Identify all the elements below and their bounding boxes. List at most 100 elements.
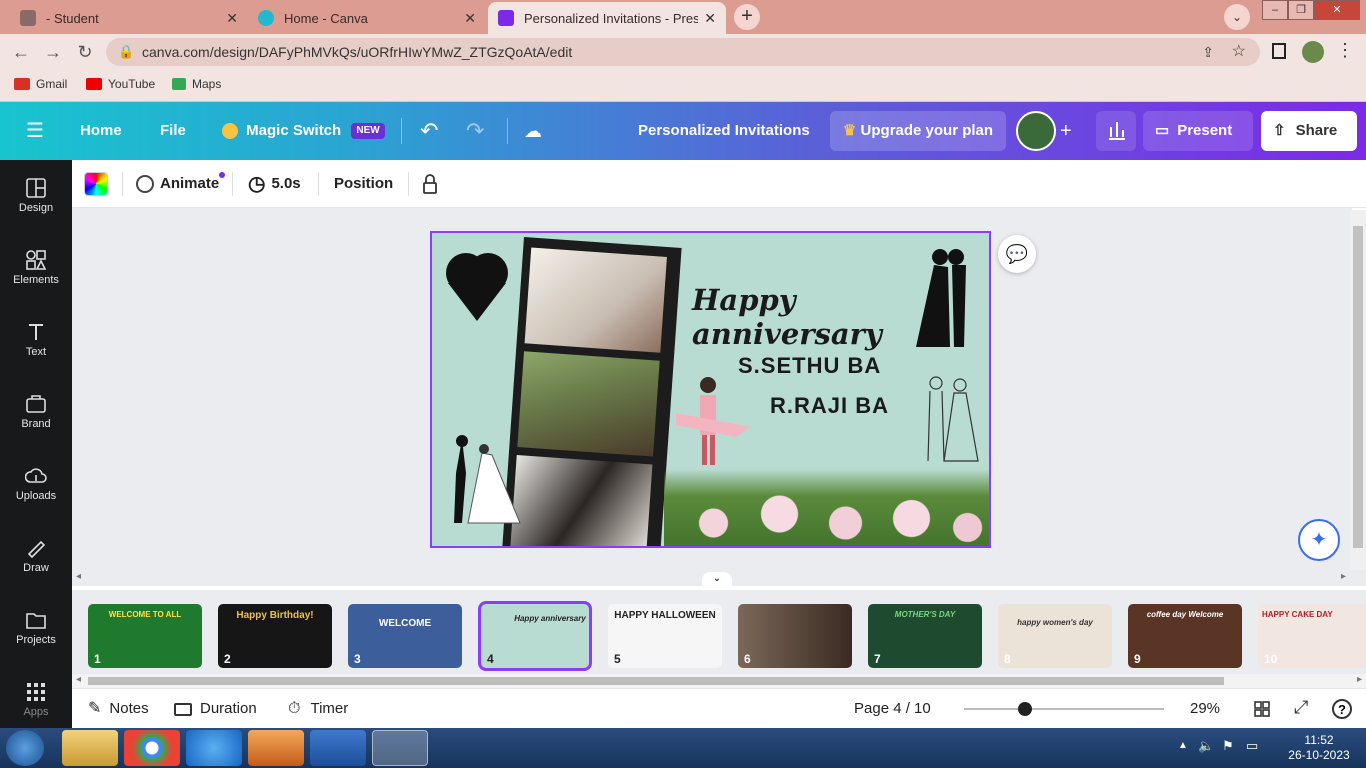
minimize-button[interactable]: –: [1262, 0, 1288, 20]
chrome-active-taskbar-icon[interactable]: [372, 730, 428, 766]
close-icon[interactable]: ✕: [704, 10, 716, 27]
file-explorer-taskbar-icon[interactable]: [62, 730, 118, 766]
duration-button[interactable]: ◷ 5.0s: [248, 160, 301, 208]
lock-icon[interactable]: 🔒: [118, 38, 134, 66]
sidebar-item-design[interactable]: Design: [0, 178, 72, 214]
zoom-percent-button[interactable]: 29%: [1190, 689, 1220, 729]
page-thumbnail-10[interactable]: HAPPY CAKE DAY 10: [1258, 604, 1366, 668]
page-thumbnail-7[interactable]: MOTHER'S DAY 7: [868, 604, 982, 668]
volume-icon[interactable]: 🔈: [1198, 738, 1214, 754]
document-title[interactable]: Personalized Invitations: [638, 102, 810, 160]
home-button[interactable]: Home: [80, 102, 122, 160]
network-icon[interactable]: ⚑: [1222, 738, 1234, 754]
zoom-slider-knob[interactable]: [1018, 702, 1032, 716]
side-panel-icon[interactable]: [1272, 43, 1286, 59]
duration-toggle-button[interactable]: Duration: [174, 689, 257, 729]
grid-view-icon[interactable]: [1254, 701, 1270, 717]
page-thumbnail-1[interactable]: WELCOME TO ALL 1: [88, 604, 202, 668]
position-button[interactable]: Position: [334, 160, 393, 208]
media-player-taskbar-icon[interactable]: [248, 730, 304, 766]
hamburger-menu-icon[interactable]: ☰: [26, 102, 46, 160]
page-indicator[interactable]: Page 4 / 10: [854, 689, 931, 729]
vertical-scrollbar[interactable]: [1350, 210, 1366, 570]
timer-button[interactable]: ⏱ Timer: [288, 689, 348, 729]
collapse-thumbnails-chevron-icon[interactable]: ⌄: [702, 572, 732, 586]
page-thumbnail-8[interactable]: happy women's day 8: [998, 604, 1112, 668]
close-icon[interactable]: ✕: [226, 10, 238, 27]
sidebar-item-draw[interactable]: Draw: [0, 538, 72, 574]
bookmark-youtube[interactable]: YouTube: [86, 77, 155, 91]
tab-student[interactable]: - Student ✕: [10, 2, 248, 34]
page-thumbnail-6[interactable]: 6: [738, 604, 852, 668]
start-button[interactable]: [6, 730, 44, 766]
profile-avatar[interactable]: [1302, 41, 1324, 63]
cartoon-couple-icon: [676, 377, 750, 465]
film-strip: [500, 237, 682, 546]
present-button[interactable]: ▭ Present: [1143, 111, 1253, 151]
horizontal-scrollbar[interactable]: ◂ ▸ ⌄: [72, 570, 1366, 586]
battery-icon[interactable]: ▭: [1246, 738, 1258, 754]
thumbnails-scrollbar[interactable]: ◂ ▸: [72, 674, 1366, 688]
system-clock[interactable]: 11:52 26-10-2023: [1278, 733, 1360, 763]
scroll-thumb[interactable]: [1353, 226, 1363, 548]
scroll-right-arrow-icon[interactable]: ▸: [1357, 674, 1362, 685]
tray-arrow-icon[interactable]: ▲: [1178, 740, 1188, 751]
close-icon[interactable]: ✕: [464, 10, 476, 27]
page-thumbnail-5[interactable]: HAPPY HALLOWEEN 5: [608, 604, 722, 668]
tab-search-chevron-icon[interactable]: ⌄: [1224, 4, 1250, 30]
notes-button[interactable]: ✎ Notes: [88, 689, 149, 729]
back-arrow-icon[interactable]: ←: [10, 42, 32, 63]
design-page-canvas[interactable]: Happy anniversary S.SETHU BA R.RAJI BA: [430, 231, 991, 548]
kebab-menu-icon[interactable]: ⋮: [1336, 40, 1354, 61]
sidebar-item-apps[interactable]: Apps: [0, 682, 72, 718]
page-thumbnail-3[interactable]: WELCOME 3: [348, 604, 462, 668]
bookmark-gmail[interactable]: Gmail: [14, 77, 67, 91]
page-thumbnail-2[interactable]: Happy Birthday! 2: [218, 604, 332, 668]
page-thumbnail-4-selected[interactable]: Happy anniversary 4: [478, 601, 592, 671]
upgrade-plan-button[interactable]: ♛ Upgrade your plan: [830, 111, 1006, 151]
reload-icon[interactable]: ↻: [74, 42, 96, 63]
forward-arrow-icon[interactable]: →: [42, 42, 64, 63]
magic-switch-button[interactable]: Magic Switch NEW: [222, 102, 385, 160]
add-collaborator-icon[interactable]: +: [1060, 102, 1072, 160]
page-thumbnail-9[interactable]: coffee day Welcome 9: [1128, 604, 1242, 668]
zoom-slider[interactable]: [964, 702, 1164, 716]
sidebar-item-projects[interactable]: Projects: [0, 610, 72, 646]
add-comment-button[interactable]: 💬: [998, 235, 1036, 273]
internet-explorer-taskbar-icon[interactable]: [186, 730, 242, 766]
share-button[interactable]: ⇧ Share: [1261, 111, 1357, 151]
sidebar-item-text[interactable]: Text: [0, 322, 72, 358]
sidebar-item-elements[interactable]: Elements: [0, 250, 72, 286]
scroll-left-arrow-icon[interactable]: ◂: [76, 571, 81, 582]
fullscreen-icon[interactable]: ⤢: [1294, 697, 1308, 718]
sidebar-item-uploads[interactable]: Uploads: [0, 466, 72, 502]
undo-icon[interactable]: ↶: [420, 102, 438, 160]
bookmark-maps[interactable]: Maps: [172, 77, 221, 91]
magic-assistant-button[interactable]: ✦: [1298, 519, 1340, 561]
lock-icon[interactable]: [422, 173, 438, 195]
scroll-left-arrow-icon[interactable]: ◂: [76, 674, 81, 685]
scroll-thumb[interactable]: [88, 677, 1224, 685]
cloud-saved-icon[interactable]: ☁: [524, 102, 542, 160]
restore-button[interactable]: ❐: [1288, 0, 1314, 20]
user-avatar[interactable]: [1016, 111, 1056, 151]
share-page-icon[interactable]: ⇪: [1202, 38, 1214, 66]
url-field[interactable]: 🔒 canva.com/design/DAFyPhMVkQs/uORfrHIwY…: [106, 38, 1260, 66]
tab-home-canva[interactable]: Home - Canva ✕: [248, 2, 486, 34]
redo-icon[interactable]: ↷: [466, 102, 484, 160]
scroll-right-arrow-icon[interactable]: ▸: [1341, 571, 1346, 582]
animate-button[interactable]: Animate: [136, 160, 226, 208]
chrome-taskbar-icon[interactable]: [124, 730, 180, 766]
bookmark-star-icon[interactable]: ☆: [1232, 38, 1246, 66]
new-tab-button[interactable]: +: [734, 4, 760, 30]
help-icon[interactable]: ?: [1332, 699, 1352, 719]
close-window-button[interactable]: ✕: [1314, 0, 1360, 20]
word-taskbar-icon[interactable]: [310, 730, 366, 766]
tab-personalized-invitations[interactable]: Personalized Invitations - Present ✕: [488, 2, 726, 34]
insights-button[interactable]: [1096, 111, 1136, 151]
name-one[interactable]: S.SETHU BA: [738, 353, 881, 379]
name-two[interactable]: R.RAJI BA: [770, 393, 889, 419]
file-menu-button[interactable]: File: [160, 102, 186, 160]
background-color-swatch[interactable]: [84, 172, 108, 196]
sidebar-item-brand[interactable]: Brand: [0, 394, 72, 430]
